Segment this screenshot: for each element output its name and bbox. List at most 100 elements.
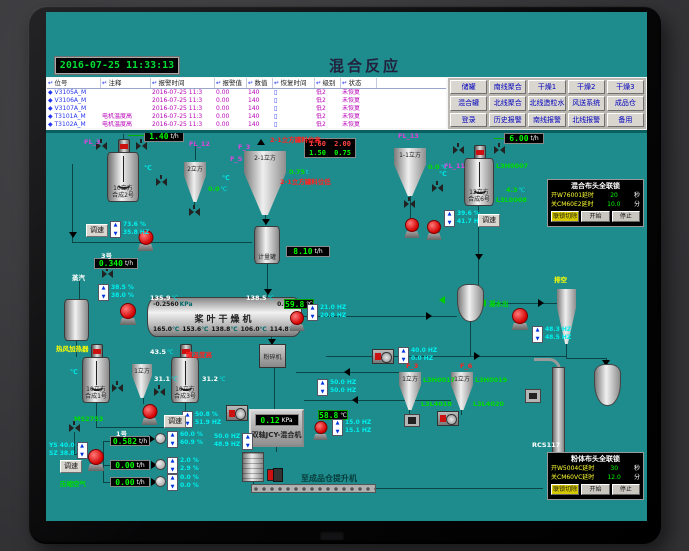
flow-arrow (344, 368, 350, 376)
belt-conveyor (251, 484, 376, 493)
unit: ℃ (268, 295, 275, 302)
alarm-label: 罐温度高 (186, 349, 212, 359)
mixer-pressure-display: 0.12KPa (255, 414, 299, 426)
tag-label: RCS117 (532, 441, 560, 449)
pump-impeller (314, 421, 327, 434)
tank-body: 计量罐 (254, 226, 280, 264)
speed-button[interactable]: 调速 (60, 460, 82, 473)
alarm-row[interactable]: ◆ V3106A_M2016-07-25 11:30.00140▯低2未恢复 (47, 97, 446, 105)
sort-icon: ↵ (102, 79, 107, 87)
alarm-row[interactable]: ◆ T3102A_M电机温度高2016-07-25 11:30.00140▯低2… (47, 121, 446, 128)
alarm-row[interactable]: ◆ V3107A_M2016-07-25 11:30.00140▯低2未恢复 (47, 105, 446, 113)
panel-row: 开W5004C延时30秒 (551, 464, 640, 473)
crusher: 粉碎机 (259, 344, 286, 368)
valve (189, 208, 200, 216)
speed-indicator: ▲▼0.0 %0.0 % (167, 474, 199, 491)
start-button[interactable]: 开始 (581, 211, 609, 222)
fan-ring (446, 414, 457, 426)
panel-row: 关CM60VC延时12.0分 (551, 473, 640, 482)
power-button[interactable] (320, 531, 344, 540)
start-button[interactable]: 开始 (581, 484, 609, 495)
speed-button[interactable]: 调速 (164, 415, 186, 428)
value: 43.5 (150, 348, 166, 356)
speed-indicator: ▲▼50.8 %51.9 HZ (182, 411, 221, 428)
indicator-values: 0.0 %0.0 % (180, 474, 199, 490)
page-title: 混合反应 (329, 55, 401, 76)
speed-indicator: ▲▼73.6 %35.8 HZ (110, 221, 149, 238)
interlock-cut-button[interactable]: 联锁切除 (551, 211, 579, 222)
speed-indicator: ▲▼38.5 %38.0 % (98, 284, 134, 301)
gate-device (525, 389, 541, 403)
alarm-column-header[interactable]: ↵状态 (341, 78, 377, 88)
display-unit: t/h (137, 462, 145, 469)
alarm-column-header[interactable]: ↵恢复时间 (273, 78, 315, 88)
alarm-column-header[interactable]: ↵报警值 (215, 78, 247, 88)
tank-label: 10立方 合成1号 (83, 387, 109, 400)
nav-button[interactable]: 北线报警 (568, 113, 605, 127)
surge-bin-1: 1立方 (399, 372, 421, 410)
indicator-values: 48.3 HZ48.5 HZ (545, 326, 571, 342)
alarm-cell: 低2 (315, 121, 341, 128)
alarm-column-header[interactable]: ↵位号 (47, 78, 101, 88)
tank-body (64, 299, 89, 341)
motor-dark (273, 468, 283, 482)
nav-button[interactable]: 干燥3 (607, 80, 644, 94)
stop-button[interactable]: 停止 (612, 211, 640, 222)
interlock-cut-button[interactable]: 联锁切除 (551, 484, 579, 495)
updown-arrows-icon: ▲▼ (317, 379, 328, 396)
indicator-values: 2.0 %2.9 % (180, 457, 199, 473)
nav-button[interactable]: 历史报警 (489, 113, 526, 127)
pump (425, 220, 443, 240)
nav-button[interactable]: 南线聚合 (489, 80, 526, 94)
dryer-title: 桨叶干燥机 (148, 312, 301, 325)
alarm-column-header[interactable]: ↵级别 (315, 78, 341, 88)
value: 0.0 (208, 185, 220, 193)
unit: ℃ (519, 187, 526, 194)
nav-button[interactable]: 干燥1 (528, 80, 565, 94)
valve-left (102, 270, 107, 278)
alarm-icon: ▯ (274, 121, 277, 128)
stop-button[interactable]: 停止 (612, 484, 640, 495)
display-value: 0.00 (115, 461, 134, 470)
speed-button[interactable]: 调速 (86, 224, 108, 237)
alarm-cell (101, 89, 151, 97)
flow-arrow (475, 254, 483, 260)
fan-motor (372, 349, 394, 364)
alarm-cell: ▯ (273, 97, 315, 105)
value: 0.0 (428, 163, 440, 171)
speed-button[interactable]: 调速 (478, 214, 500, 227)
alarm-column-header[interactable]: ↵注释 (101, 78, 151, 88)
alarm-cell: 电机温度高 (101, 113, 151, 121)
alarm-cell: 未恢复 (341, 97, 377, 105)
alarm-cell: 低2 (315, 97, 341, 105)
nav-button[interactable]: 混合罐 (450, 96, 487, 110)
alarm-column-header[interactable]: ↵数值 (247, 78, 273, 88)
nav-button[interactable]: 北线造粒水 (528, 96, 565, 110)
alarm-label: 2-1立方罐料位高 (270, 134, 321, 144)
valve-left (154, 388, 159, 396)
alarm-cell: 0.00 (215, 113, 247, 121)
nav-button[interactable]: 储罐 (450, 80, 487, 94)
nav-button[interactable]: 成品仓 (607, 96, 644, 110)
nav-button-grid: 储罐南线聚合干燥1干燥2干燥3 混合罐北线聚合北线造粒水风送系统成品仓登录历史报警… (448, 78, 646, 129)
pump-impeller (142, 404, 157, 419)
label: 排空 (554, 274, 567, 284)
temp-label: 31.1℃ (154, 366, 178, 385)
product-silo (594, 364, 621, 406)
nav-button[interactable]: 南线报警 (528, 113, 565, 127)
nav-button[interactable]: 干燥2 (568, 80, 605, 94)
alarm-row[interactable]: ◆ T3101A_M电机温度高2016-07-25 11:30.00140▯低2… (47, 113, 446, 121)
alarm-column-header[interactable]: ↵报警时间 (151, 78, 215, 88)
nav-button[interactable]: 登录 (450, 113, 487, 127)
nav-button[interactable]: 风送系统 (568, 96, 605, 110)
nav-button[interactable]: 备用 (607, 113, 644, 127)
panel-title: 混合布头全联锁 (551, 181, 640, 191)
nav-button[interactable]: 北线聚合 (489, 96, 526, 110)
alarm-cell: 未恢复 (341, 89, 377, 97)
value: 4.3 (506, 186, 518, 194)
pipe (103, 441, 110, 442)
pipe (79, 280, 80, 300)
alarm-row[interactable]: ◆ V3105A_M2016-07-25 11:30.00140▯低2未恢复 (47, 89, 446, 97)
speed-indicator: ▲▼50.0 HZ50.0 HZ (317, 379, 356, 396)
mixer-label: 双轴JCY-混合机 (251, 430, 302, 440)
